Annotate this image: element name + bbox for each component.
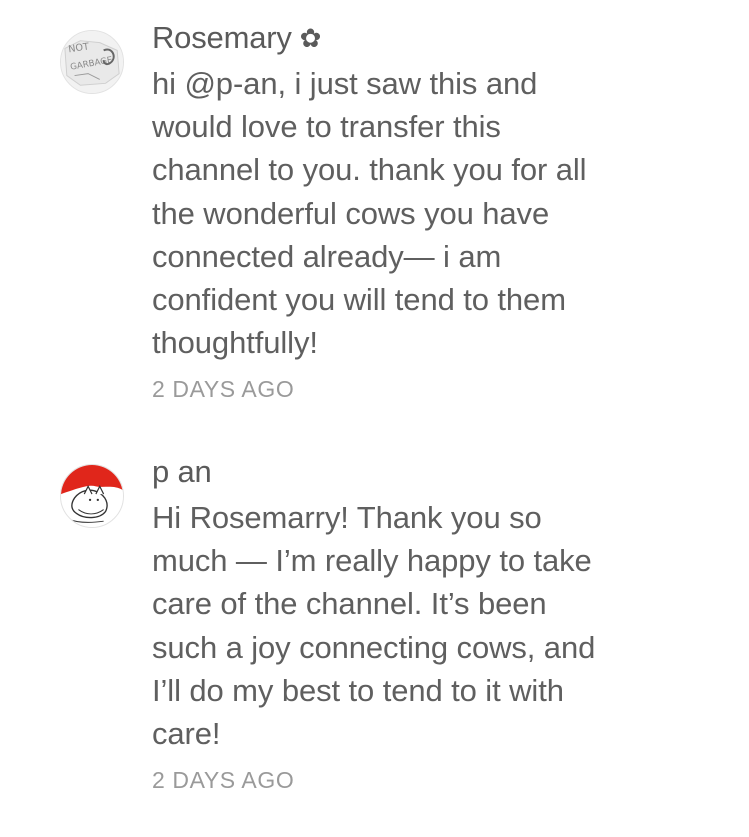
author-row: Rosemary ✿ [152,18,712,58]
flower-icon: ✿ [299,23,322,53]
avatar-image [61,465,123,527]
comment-content: Rosemary ✿ hi @p-an, i just saw this and… [152,18,712,403]
avatar[interactable] [60,464,124,528]
comment-content: p an Hi Rosemarry! Thank you so much — I… [152,452,712,794]
comment-thread: NOT GARBAGE Rosemary ✿ hi @p-an, i just … [0,0,749,837]
comment-timestamp: 2 DAYS AGO [152,376,295,403]
author-row: p an [152,452,712,492]
comment-text: Hi Rosemarry! Thank you so much — I’m re… [152,500,596,752]
author-name[interactable]: p an [152,454,212,490]
avatar[interactable]: NOT GARBAGE [60,30,124,94]
comment-text: hi @p-an, i just saw this and would love… [152,66,587,361]
comment-timestamp: 2 DAYS AGO [152,767,295,794]
author-name[interactable]: Rosemary [152,20,292,56]
avatar-image: NOT GARBAGE [61,31,123,93]
